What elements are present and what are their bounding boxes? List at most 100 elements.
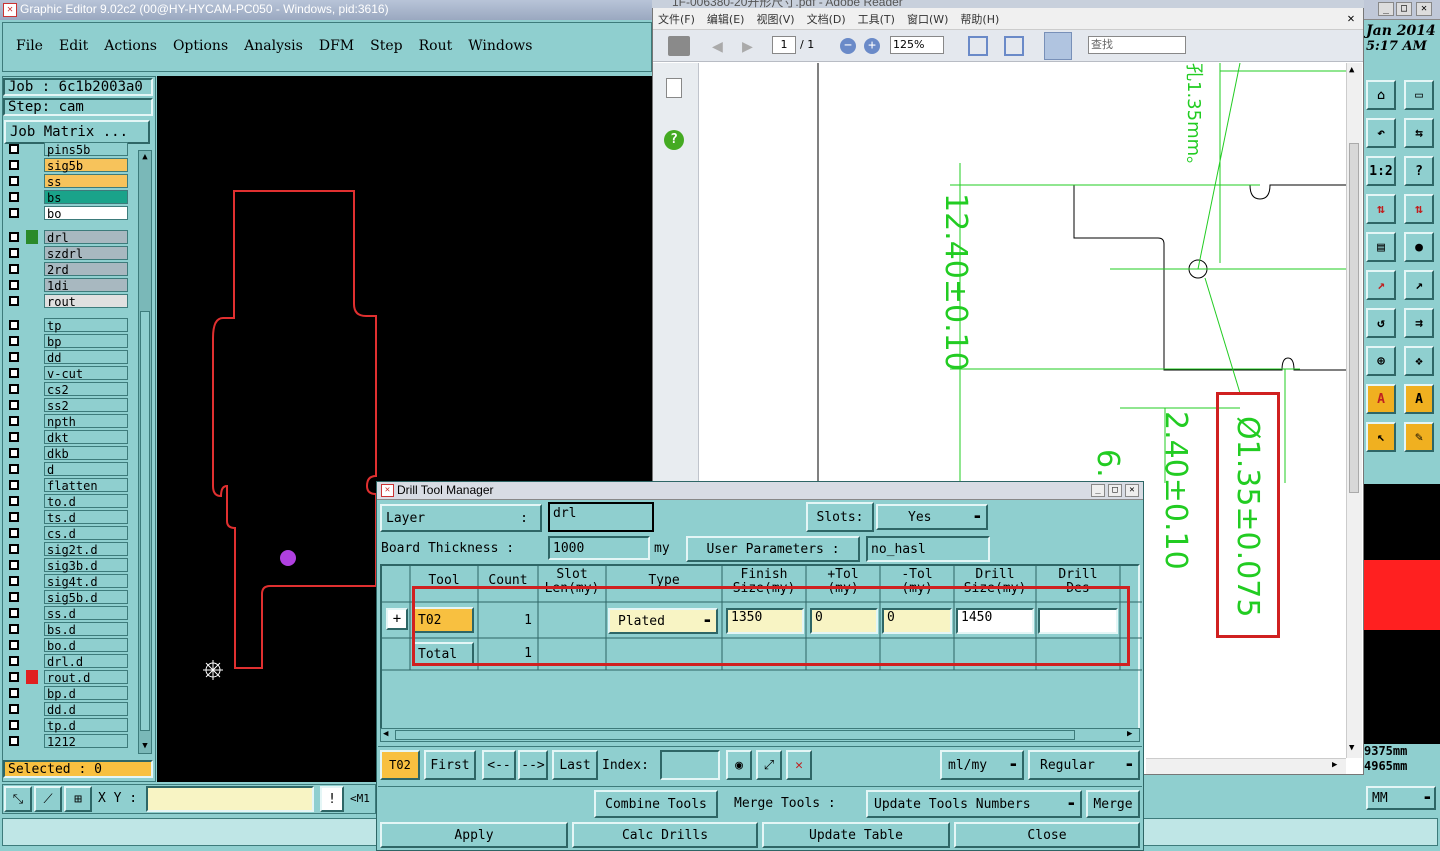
layer-name[interactable]: rout — [44, 294, 128, 309]
print-icon[interactable] — [668, 36, 690, 56]
layer-row[interactable]: bp.d — [6, 686, 128, 701]
layer-checkbox[interactable] — [9, 320, 19, 330]
layer-checkbox[interactable] — [9, 384, 19, 394]
hscroll-left-icon[interactable]: ◀ — [383, 729, 388, 739]
layer-name[interactable]: sig5b — [44, 158, 128, 173]
layer-name[interactable]: flatten — [44, 478, 128, 493]
layer-color-swatch[interactable] — [26, 142, 38, 156]
layer-color-swatch[interactable] — [26, 230, 38, 244]
measure-blue-icon[interactable]: ↗ — [1404, 270, 1434, 300]
layer-color-swatch[interactable] — [26, 366, 38, 380]
layer-compare-red-icon[interactable]: ⇅ — [1404, 194, 1434, 224]
layer-name[interactable]: dkb — [44, 446, 128, 461]
layer-color-swatch[interactable] — [26, 462, 38, 476]
menu-windows[interactable]: Windows — [468, 38, 532, 54]
layer-color-swatch[interactable] — [26, 702, 38, 716]
help-icon[interactable]: ? — [1404, 156, 1434, 186]
layer-checkbox[interactable] — [9, 656, 19, 666]
vscroll-down-icon[interactable]: ▼ — [1349, 743, 1354, 753]
layer-color-swatch[interactable] — [26, 190, 38, 204]
layer-name[interactable]: npth — [44, 414, 128, 429]
layer-row[interactable]: ts.d — [6, 510, 128, 525]
layer-checkbox[interactable] — [9, 592, 19, 602]
layer-color-swatch[interactable] — [26, 654, 38, 668]
layer-color-swatch[interactable] — [26, 430, 38, 444]
layer-name[interactable]: 1di — [44, 278, 128, 293]
layer-row[interactable]: sig2t.d — [6, 542, 128, 557]
next-page-icon[interactable]: ▶ — [742, 36, 753, 57]
layer-name[interactable]: drl.d — [44, 654, 128, 669]
min-icon[interactable]: _ — [1378, 2, 1394, 16]
merge-button[interactable]: Merge — [1086, 790, 1140, 818]
zoom-fit-icon[interactable]: ⤡ — [4, 786, 32, 812]
layer-checkbox[interactable] — [9, 528, 19, 538]
rf-icon[interactable]: ⇉ — [1404, 308, 1434, 338]
layer-checkbox[interactable] — [9, 624, 19, 634]
menu-analysis[interactable]: Analysis — [244, 38, 303, 54]
layer-name[interactable]: ss — [44, 174, 128, 189]
resize-icon[interactable]: ⤢ — [756, 750, 782, 780]
layer-checkbox[interactable] — [9, 336, 19, 346]
dtm-max-icon[interactable]: □ — [1108, 484, 1122, 497]
search-input[interactable]: 查找 — [1088, 36, 1186, 54]
layer-name[interactable]: pins5b — [44, 142, 128, 157]
layer-name[interactable]: bp — [44, 334, 128, 349]
user-params-field[interactable]: no_hasl — [866, 536, 990, 562]
exclaim-icon[interactable]: ! — [320, 786, 344, 812]
dtm-min-icon[interactable]: _ — [1091, 484, 1105, 497]
layer-checkbox[interactable] — [9, 720, 19, 730]
undo-icon[interactable]: ↺ — [1366, 308, 1396, 338]
layer-checkbox[interactable] — [9, 544, 19, 554]
layer-color-swatch[interactable] — [26, 622, 38, 636]
reader-hscroll[interactable]: ▶ — [1146, 758, 1346, 774]
layer-name[interactable]: tp.d — [44, 718, 128, 733]
zoom-select[interactable]: 125% — [890, 36, 944, 54]
layer-color-swatch[interactable] — [26, 262, 38, 276]
layer-row[interactable]: bo.d — [6, 638, 128, 653]
layer-checkbox[interactable] — [9, 736, 19, 746]
layer-color-swatch[interactable] — [26, 206, 38, 220]
layer-color-swatch[interactable] — [26, 542, 38, 556]
close-icon[interactable]: ✕ — [1416, 2, 1432, 16]
layer-name[interactable]: dkt — [44, 430, 128, 445]
scroll-thumb[interactable] — [140, 311, 150, 731]
layer-row[interactable]: ss — [6, 174, 128, 189]
layer-checkbox[interactable] — [9, 672, 19, 682]
layer-row[interactable]: drl.d — [6, 654, 128, 669]
max-icon[interactable]: □ — [1396, 2, 1412, 16]
layer-row[interactable]: d — [6, 462, 128, 477]
layer-name[interactable]: tp — [44, 318, 128, 333]
layer-row[interactable]: pins5b — [6, 142, 128, 157]
menu-actions[interactable]: Actions — [104, 38, 157, 54]
grid-icon[interactable]: ⊞ — [64, 786, 92, 812]
zoom-out-icon[interactable]: − — [840, 38, 856, 54]
layer-row[interactable]: bp — [6, 334, 128, 349]
layer-color-swatch[interactable] — [26, 414, 38, 428]
zoom-icon[interactable]: ⊕ — [1366, 346, 1396, 376]
layer-color-swatch[interactable] — [26, 478, 38, 492]
layer-name[interactable]: 1212 — [44, 734, 128, 749]
layer-checkbox[interactable] — [9, 248, 19, 258]
layer-checkbox[interactable] — [9, 576, 19, 586]
layer-name[interactable]: bo.d — [44, 638, 128, 653]
layer-name[interactable]: rout.d — [44, 670, 128, 685]
hscroll-right-icon-2[interactable]: ▶ — [1127, 729, 1132, 739]
layer-name[interactable]: sig2t.d — [44, 542, 128, 557]
layer-name[interactable]: sig3b.d — [44, 558, 128, 573]
vscroll-thumb[interactable] — [1349, 143, 1359, 493]
layer-color-swatch[interactable] — [26, 558, 38, 572]
layer-color-swatch[interactable] — [26, 398, 38, 412]
layer-row[interactable]: dd — [6, 350, 128, 365]
layer-row[interactable]: npth — [6, 414, 128, 429]
layer-row[interactable]: sig3b.d — [6, 558, 128, 573]
menu-edit[interactable]: Edit — [59, 38, 88, 54]
layer-checkbox[interactable] — [9, 704, 19, 714]
select-icon[interactable]: ↖ — [1366, 422, 1396, 452]
layer-checkbox[interactable] — [9, 512, 19, 522]
update-table-button[interactable]: Update Table — [762, 822, 950, 848]
menu-step[interactable]: Step — [370, 38, 402, 54]
window-icon[interactable]: ▭ — [1404, 80, 1434, 110]
layer-row[interactable]: tp — [6, 318, 128, 333]
layer-color-swatch[interactable] — [26, 606, 38, 620]
layer-row[interactable]: dkt — [6, 430, 128, 445]
